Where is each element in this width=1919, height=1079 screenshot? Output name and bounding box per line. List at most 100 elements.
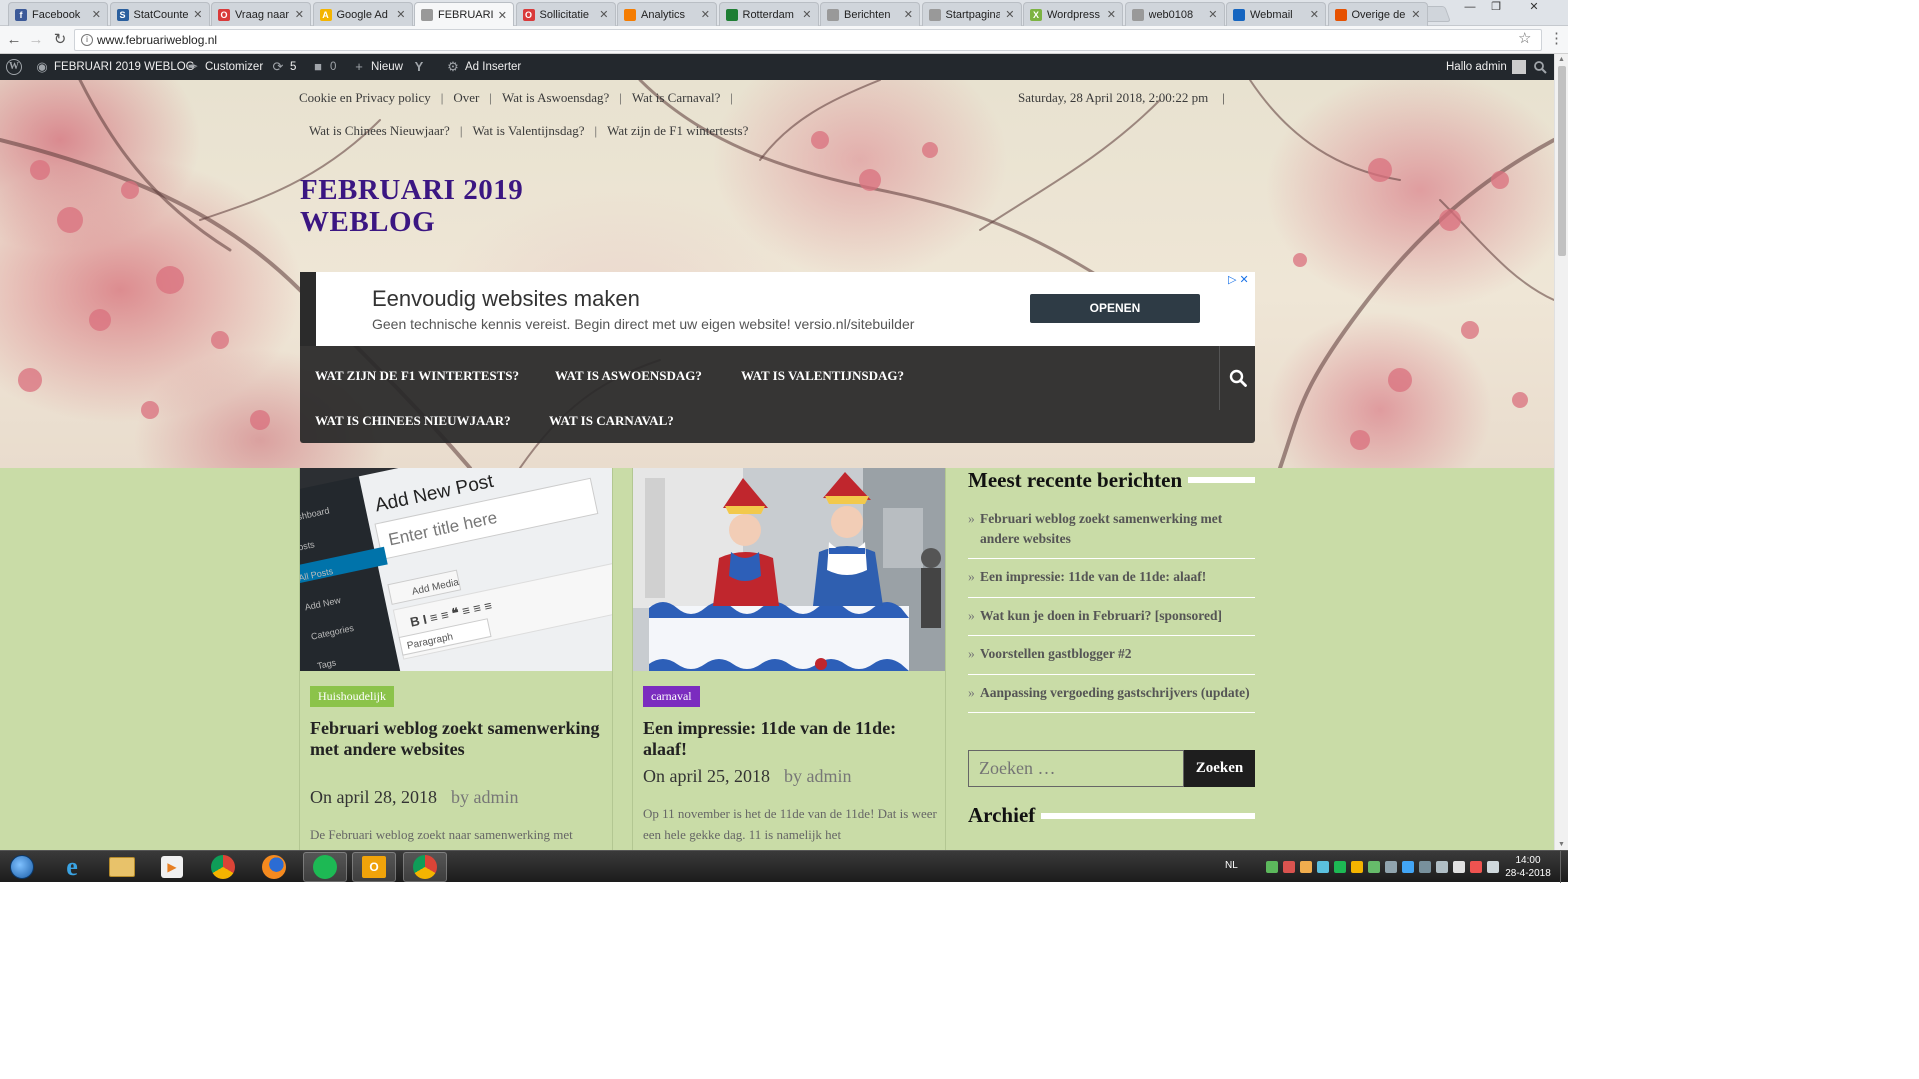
advertisement[interactable]: Eenvoudig websites maken Geen technische… (300, 272, 1255, 346)
taskbar-firefox[interactable] (252, 852, 296, 882)
adminbar-updates[interactable]: ⟳ 5 (271, 54, 297, 80)
taskbar-file-explorer[interactable] (100, 852, 144, 882)
taskbar-chrome-active[interactable] (403, 852, 447, 882)
scrollbar-thumb[interactable] (1558, 66, 1566, 256)
yoast-icon[interactable]: Y (412, 54, 426, 80)
forward-icon[interactable]: → (26, 30, 46, 50)
browser-tab[interactable]: Analytics ✕ (617, 2, 717, 26)
tab-close-icon[interactable]: ✕ (498, 9, 507, 22)
back-icon[interactable]: ← (4, 30, 24, 50)
adchoices-icon[interactable]: ▷ ✕ (1228, 273, 1249, 286)
search-icon[interactable] (1219, 346, 1255, 410)
start-button[interactable] (0, 852, 44, 882)
sidebar-search-button[interactable]: Zoeken (1184, 750, 1255, 787)
page-scrollbar[interactable]: ▲ ▼ (1554, 54, 1568, 850)
tray-app-icon[interactable] (1368, 861, 1380, 873)
post-title[interactable]: Een impressie: 11de van de 11de: alaaf! (643, 718, 939, 760)
tab-close-icon[interactable]: ✕ (193, 8, 202, 21)
recent-post-link[interactable]: Aanpassing vergoeding gastschrijvers (up… (968, 675, 1255, 713)
wordpress-logo-icon[interactable]: W (6, 54, 22, 80)
tray-app-icon[interactable] (1385, 861, 1397, 873)
tab-close-icon[interactable]: ✕ (1005, 8, 1014, 21)
browser-tab[interactable]: Rotterdam ✕ (718, 2, 819, 26)
browser-tab[interactable]: S StatCounte ✕ (109, 2, 210, 26)
adminbar-site-name[interactable]: ◉ FEBRUARI 2019 WEBLOG (35, 54, 194, 80)
browser-tab[interactable]: FEBRUARI 2 ✕ (414, 2, 514, 27)
browser-tab[interactable]: web0108 ✕ (1124, 2, 1225, 26)
category-badge[interactable]: carnaval (643, 686, 700, 707)
taskbar-media-player[interactable]: ▶ (150, 852, 194, 882)
top-nav-link[interactable]: Wat zijn de F1 wintertests? (607, 123, 748, 139)
adminbar-comments[interactable]: ■ 0 (311, 54, 336, 80)
browser-tab[interactable]: Overige de ✕ (1327, 2, 1428, 26)
tab-close-icon[interactable]: ✕ (599, 8, 608, 21)
tab-close-icon[interactable]: ✕ (295, 8, 304, 21)
browser-tab[interactable]: O Sollicitatie ✕ (515, 2, 616, 26)
browser-tab[interactable]: Berichten ✕ (820, 2, 920, 26)
main-nav-item[interactable]: WAT IS ASWOENSDAG? (555, 368, 702, 384)
main-nav-item[interactable]: WAT IS VALENTIJNSDAG? (741, 368, 904, 384)
post-title[interactable]: Februari weblog zoekt samenwerking met a… (310, 718, 606, 760)
main-nav-item[interactable]: WAT ZIJN DE F1 WINTERTESTS? (315, 368, 519, 384)
flag-icon[interactable] (1453, 861, 1465, 873)
main-nav-item[interactable]: WAT IS CHINEES NIEUWJAAR? (315, 413, 511, 429)
taskbar-outlook[interactable]: O (352, 852, 396, 882)
browser-tab[interactable]: X Wordpress ✕ (1023, 2, 1123, 26)
spotify-tray-icon[interactable] (1334, 861, 1346, 873)
volume-mute-icon[interactable] (1470, 861, 1482, 873)
tab-close-icon[interactable]: ✕ (92, 8, 101, 21)
tab-close-icon[interactable]: ✕ (1107, 8, 1116, 21)
taskbar-chrome[interactable] (201, 852, 245, 882)
recent-post-link[interactable]: Wat kun je doen in Februari? [sponsored] (968, 598, 1255, 636)
taskbar-spotify[interactable] (303, 852, 347, 882)
browser-tab[interactable]: O Vraag naar ✕ (211, 2, 311, 26)
top-nav-link[interactable]: Cookie en Privacy policy (299, 90, 431, 106)
url-input[interactable]: i www.februariweblog.nl (74, 29, 1542, 51)
main-nav-item[interactable]: WAT IS CARNAVAL? (549, 413, 674, 429)
tab-close-icon[interactable]: ✕ (904, 8, 913, 21)
bookmark-star-icon[interactable]: ☆ (1518, 29, 1531, 47)
post-thumbnail[interactable]: Add New Post Enter title here Add Media … (300, 468, 612, 671)
top-nav-link[interactable]: Wat is Aswoensdag? (502, 90, 609, 106)
post-thumbnail[interactable] (633, 468, 945, 671)
adminbar-customizer[interactable]: ✒ Customizer (186, 54, 264, 80)
post-author[interactable]: by admin (784, 766, 852, 786)
tab-close-icon[interactable]: ✕ (802, 8, 811, 21)
ad-subtitle[interactable]: Geen technische kennis vereist. Begin di… (372, 316, 914, 332)
browser-tab[interactable]: Startpagina ✕ (921, 2, 1022, 26)
scroll-up-arrow-icon[interactable]: ▲ (1558, 56, 1565, 63)
bluetooth-icon[interactable] (1402, 861, 1414, 873)
site-info-icon[interactable]: i (81, 34, 93, 46)
recent-post-link[interactable]: Voorstellen gastblogger #2 (968, 636, 1255, 675)
language-indicator[interactable]: NL (1225, 860, 1238, 871)
tab-close-icon[interactable]: ✕ (701, 8, 710, 21)
sidebar-search-input[interactable] (968, 750, 1184, 787)
tab-close-icon[interactable]: ✕ (1411, 8, 1420, 21)
reload-icon[interactable]: ↻ (50, 30, 70, 50)
top-nav-link[interactable]: Over (453, 90, 479, 106)
taskbar-internet-explorer[interactable]: e (50, 852, 94, 882)
browser-tab[interactable]: Webmail ✕ (1226, 2, 1326, 26)
dropbox-icon[interactable] (1317, 861, 1329, 873)
restore-button[interactable]: ❐ (1484, 0, 1508, 14)
nvidia-icon[interactable] (1266, 861, 1278, 873)
browser-menu-icon[interactable]: ⋮ (1549, 29, 1564, 47)
category-badge[interactable]: Huishoudelijk (310, 686, 394, 707)
tab-close-icon[interactable]: ✕ (1310, 8, 1319, 21)
speaker-icon[interactable] (1487, 861, 1499, 873)
adminbar-new[interactable]: + Nieuw (352, 54, 403, 80)
ad-open-button[interactable]: OPENEN (1030, 294, 1200, 323)
close-window-button[interactable]: ✕ (1512, 0, 1556, 14)
browser-tab[interactable]: A Google Ad ✕ (312, 2, 413, 26)
browser-tab[interactable]: f Facebook ✕ (8, 2, 108, 26)
post-author[interactable]: by admin (451, 787, 519, 807)
recent-post-link[interactable]: Een impressie: 11de van de 11de: alaaf! (968, 559, 1255, 598)
tray-app-icon[interactable] (1419, 861, 1431, 873)
tray-app-icon[interactable] (1283, 861, 1295, 873)
adminbar-account[interactable]: Hallo admin (1446, 54, 1526, 80)
minimize-button[interactable]: — (1458, 0, 1482, 14)
top-nav-link[interactable]: Wat is Carnaval? (632, 90, 720, 106)
scroll-down-arrow-icon[interactable]: ▼ (1558, 841, 1565, 848)
site-title[interactable]: FEBRUARI 2019 WEBLOG (300, 174, 600, 238)
show-desktop-button[interactable] (1560, 851, 1568, 883)
